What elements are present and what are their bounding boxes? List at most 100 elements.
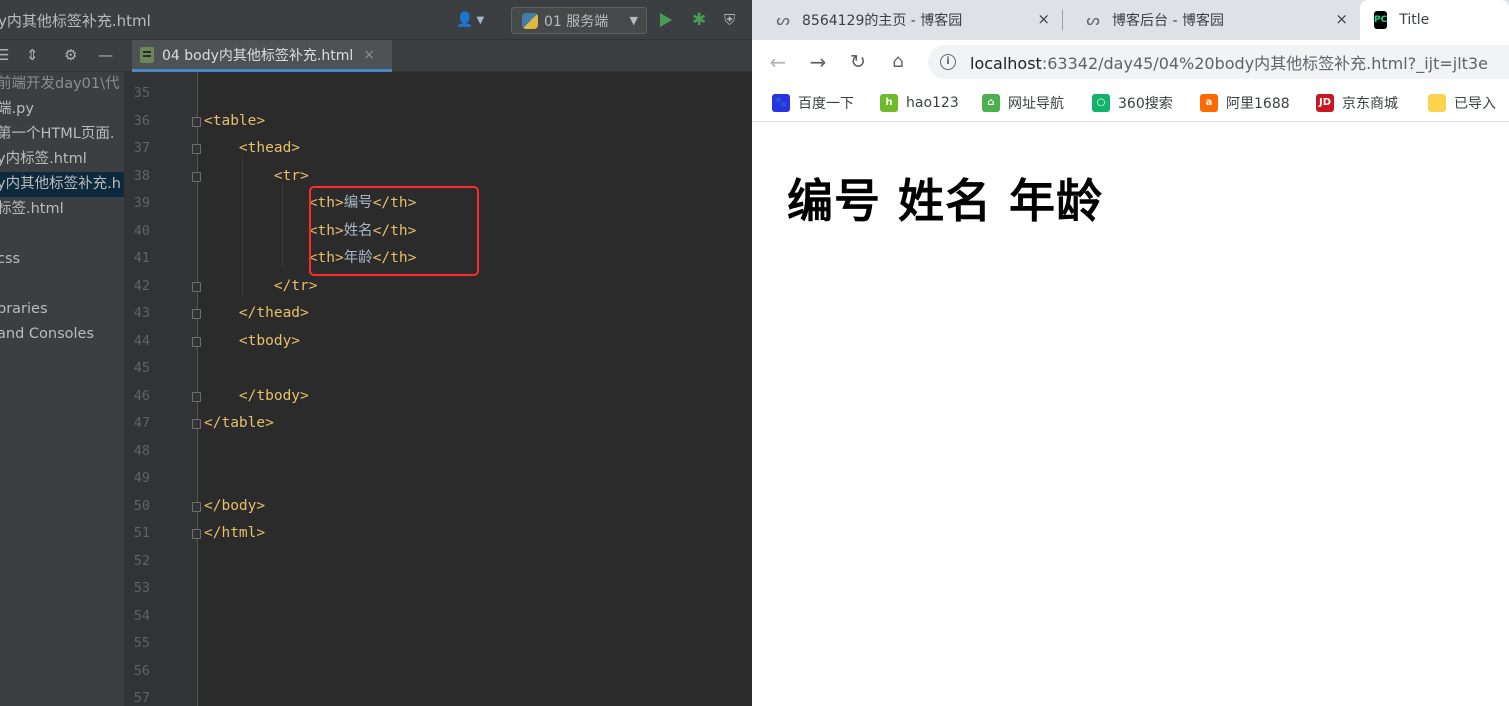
line-number: 42	[133, 277, 150, 294]
project-tree-item[interactable]: y内标签.html	[0, 147, 124, 172]
code-tag: <thead>	[204, 140, 301, 156]
close-icon[interactable]: ×	[1037, 10, 1050, 28]
code-text: <tbody>	[204, 328, 300, 356]
ide-window: y内其他标签补充.html 👤 ▼ 01 服务端 ▼ ✱ ⛨ ☰ ⇕ ⚙ — 04…	[0, 0, 752, 706]
bookmark-label: 京东商城	[1342, 96, 1398, 112]
bookmark-item[interactable]: ⌂ 网址导航	[982, 92, 1064, 114]
project-tree-item[interactable]: 前端开发day01\代	[0, 72, 124, 97]
browser-tab-cnblogs-admin[interactable]: ᔕ 博客后台 - 博客园 ×	[1062, 0, 1360, 40]
code-line: 51 </html>	[124, 520, 752, 548]
run-button[interactable]	[660, 8, 680, 32]
project-tree-item[interactable]: 第一个HTML页面.	[0, 122, 124, 147]
code-text: </body>	[204, 493, 265, 521]
user-icon: 👤	[456, 12, 474, 28]
code-line: 46 </tbody>	[124, 383, 752, 411]
reload-button[interactable]: ↻	[846, 50, 870, 74]
fold-marker-icon[interactable]	[192, 529, 201, 539]
url-path: :63342/day45/04%20body内其他标签补充.html?_ijt=…	[1041, 54, 1488, 73]
line-number: 51	[133, 525, 150, 541]
project-tree: 前端开发day01\代 端.py 第一个HTML页面. y内标签.html y内其他标签…	[0, 72, 124, 706]
close-icon[interactable]: ×	[363, 47, 375, 63]
project-tree-item[interactable]	[0, 272, 124, 297]
bookmark-item[interactable]: ○ 360搜索	[1092, 92, 1173, 114]
bookmark-item[interactable]: 🐾 百度一下	[772, 92, 854, 114]
fold-marker-icon[interactable]	[192, 419, 201, 429]
line-number: 39	[133, 195, 150, 211]
fold-marker-icon[interactable]	[192, 336, 201, 347]
code-line: 44 <tbody>	[124, 328, 752, 356]
bookmark-favicon-icon: 🐾	[772, 94, 790, 112]
code-line: 56	[124, 658, 752, 686]
bookmark-favicon-icon: h	[880, 94, 898, 112]
code-tag: <table>	[204, 112, 266, 129]
ide-titlebar: y内其他标签补充.html 👤 ▼ 01 服务端 ▼ ✱ ⛨	[0, 0, 752, 40]
collapse-all-icon[interactable]: ⇕	[26, 46, 39, 64]
fold-marker-icon[interactable]	[192, 171, 201, 182]
code-line: 49	[124, 465, 752, 493]
line-number: 46	[133, 387, 150, 404]
browser-tab-title[interactable]: PC Title	[1360, 0, 1509, 40]
code-tag: </table>	[204, 415, 274, 431]
minimize-icon[interactable]: —	[98, 46, 113, 64]
code-tag: <tbody>	[204, 332, 301, 349]
bookmark-item[interactable]: 已导入	[1428, 92, 1496, 114]
project-tree-item[interactable]	[0, 222, 124, 247]
bookmark-label: 阿里1688	[1226, 96, 1290, 112]
code-editor[interactable]: 35 36 <table> 37 <thead> 38 <tr> 39 <th>编号</t…	[124, 72, 752, 706]
browser-tab-cnblogs-home[interactable]: ᔕ 8564129的主页 - 博客园 ×	[752, 0, 1062, 40]
line-number: 49	[133, 470, 150, 486]
project-tree-item[interactable]: braries	[0, 297, 124, 322]
debug-button[interactable]: ✱	[692, 8, 712, 32]
run-icon	[660, 13, 672, 27]
expand-all-icon[interactable]: ☰	[0, 46, 9, 64]
line-number: 52	[133, 552, 150, 569]
page-content: 编号 姓名 年龄	[752, 123, 1509, 706]
code-line: 37 <thead>	[124, 135, 752, 163]
info-icon[interactable]: i	[940, 54, 956, 70]
close-icon[interactable]: ×	[1335, 10, 1348, 28]
project-tree-item[interactable]: 标签.html	[0, 197, 124, 222]
project-tree-item[interactable]: css	[0, 247, 124, 272]
code-line: 43 </thead>	[124, 300, 752, 328]
url-text[interactable]: localhost:63342/day45/04%20body内其他标签补充.h…	[970, 50, 1488, 74]
fold-marker-icon[interactable]	[192, 281, 201, 292]
forward-button[interactable]: →	[806, 50, 830, 74]
pycharm-favicon-icon: PC	[1374, 11, 1388, 29]
home-button[interactable]: ⌂	[886, 50, 910, 74]
run-configuration-select[interactable]: 01 服务端 ▼	[511, 7, 647, 34]
project-tree-item[interactable]: and Consoles	[0, 322, 124, 347]
address-bar[interactable]: i localhost:63342/day45/04%20body内其他标签补充…	[928, 45, 1509, 79]
code-tag: <tr>	[204, 167, 309, 184]
project-tree-item[interactable]: 端.py	[0, 97, 124, 122]
tab-04-body-html[interactable]: 04 body内其他标签补充.html ×	[132, 40, 392, 72]
bookmark-item[interactable]: a 阿里1688	[1200, 92, 1290, 114]
back-button[interactable]: ←	[766, 50, 790, 74]
bookmark-item[interactable]: h hao123	[880, 92, 959, 114]
line-number: 47	[133, 415, 150, 431]
gear-icon[interactable]: ⚙	[64, 46, 77, 64]
fold-marker-icon[interactable]	[192, 116, 201, 127]
fold-marker-icon[interactable]	[192, 309, 201, 319]
line-number: 43	[133, 305, 150, 321]
red-highlight-box	[309, 186, 479, 276]
bookmark-label: 已导入	[1454, 96, 1496, 112]
fold-marker-icon[interactable]	[192, 391, 201, 402]
code-tag: </tr>	[204, 277, 318, 294]
fold-marker-icon[interactable]	[192, 144, 201, 154]
project-tree-item[interactable]: y内其他标签补充.h	[0, 172, 124, 197]
code-line: 48	[124, 438, 752, 466]
line-number: 55	[133, 635, 150, 651]
user-menu-button[interactable]: 👤 ▼	[456, 8, 492, 32]
code-text: <table>	[204, 108, 265, 136]
bookmarks-bar: 🐾 百度一下 h hao123 ⌂ 网址导航 ○ 360搜索 a 阿里1688 JD 京东商城 已导入	[752, 84, 1509, 122]
fold-marker-icon[interactable]	[192, 501, 201, 512]
bookmark-item[interactable]: JD 京东商城	[1316, 92, 1398, 114]
code-text: </tbody>	[204, 383, 309, 411]
line-number: 50	[133, 497, 150, 514]
code-tag: </body>	[204, 497, 266, 514]
tab-title: 8564129的主页 - 博客园	[802, 13, 963, 29]
coverage-button[interactable]: ⛨	[724, 8, 748, 32]
tab-title: 博客后台 - 博客园	[1112, 13, 1224, 29]
line-number: 56	[133, 662, 150, 679]
reload-icon: ↻	[850, 51, 866, 73]
